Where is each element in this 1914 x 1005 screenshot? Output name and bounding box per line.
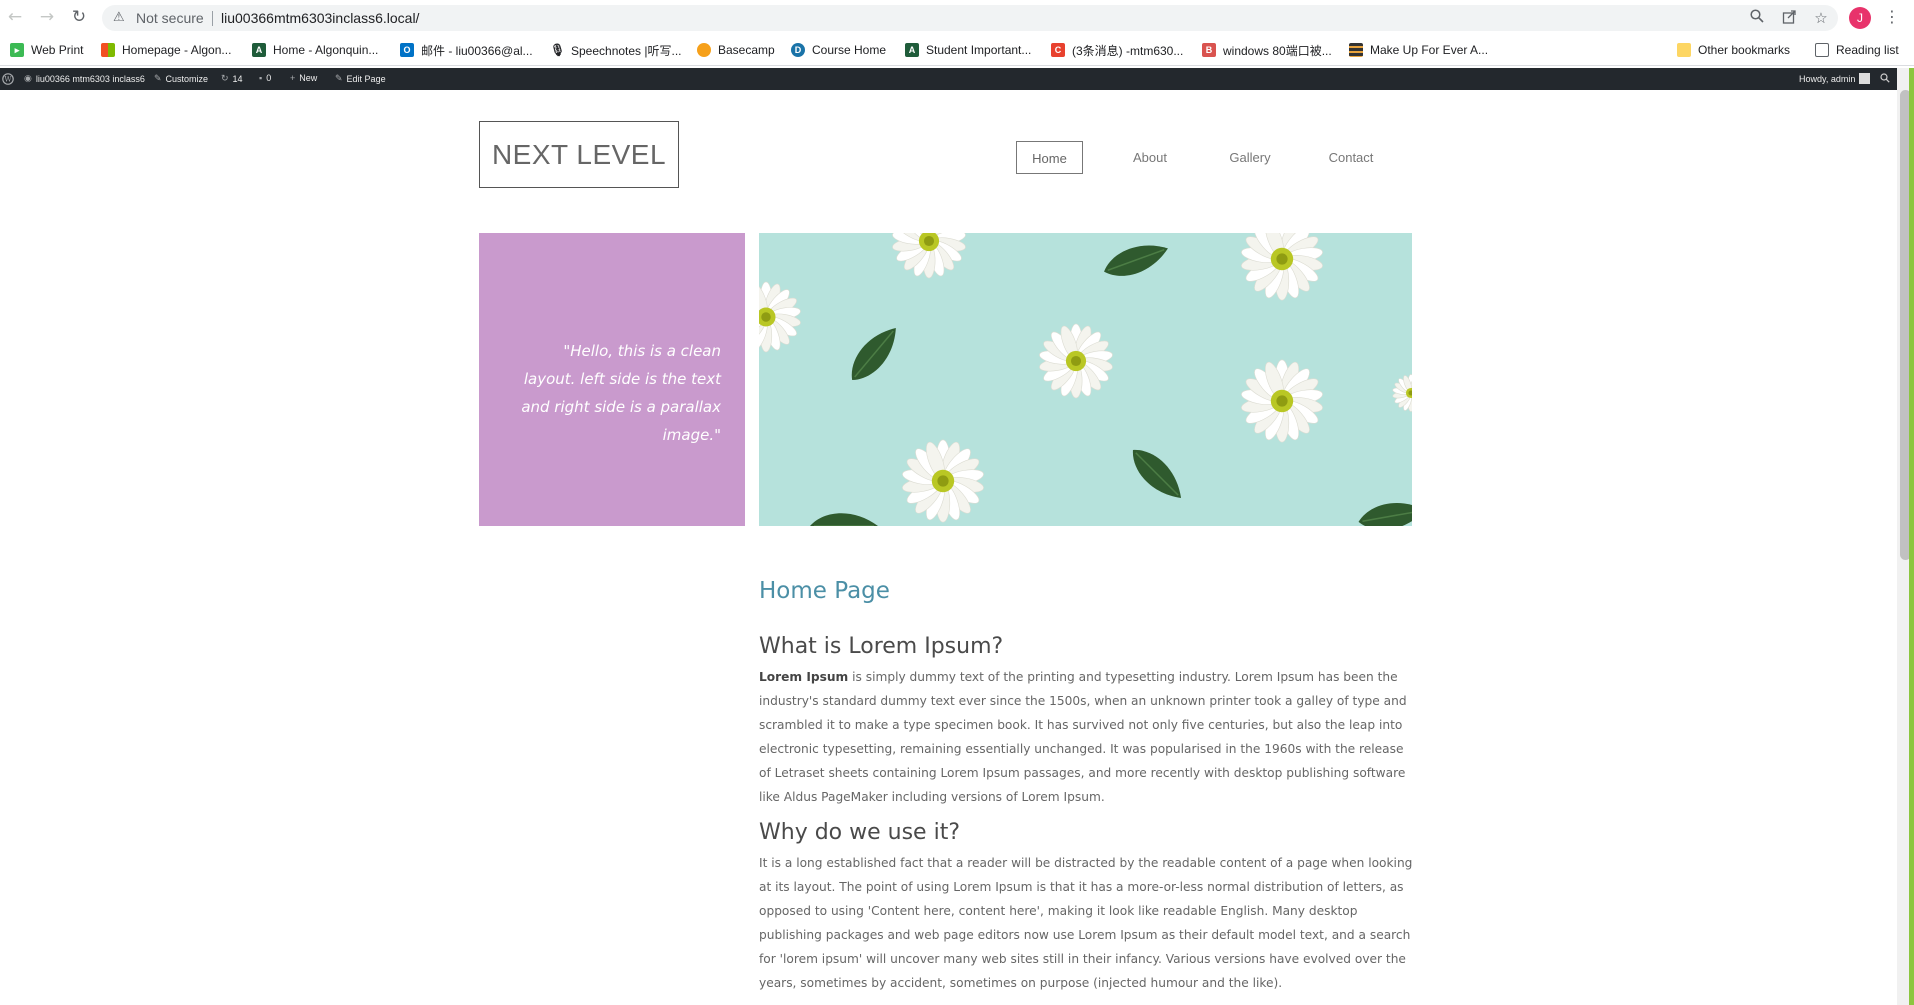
not-secure-label[interactable]: Not secure (136, 10, 204, 26)
nav-home[interactable]: Home (1016, 141, 1083, 174)
leaf-shape (810, 513, 878, 526)
admin-new[interactable]: + New (290, 73, 317, 83)
url-text[interactable]: liu00366mtm6303inclass6.local/ (221, 10, 419, 26)
makeup-icon (1349, 43, 1363, 57)
ac-icon: A (252, 43, 266, 57)
admin-avatar (1859, 73, 1871, 84)
paragraph-what-is-lorem: Lorem Ipsum is simply dummy text of the … (759, 665, 1414, 809)
bookmark-reading-list[interactable]: Reading list (1815, 41, 1899, 59)
cnblogs-icon: B (1202, 43, 1216, 57)
nav-gallery[interactable]: Gallery (1224, 141, 1276, 174)
csdn-icon: C (1051, 43, 1065, 57)
reading-list-icon (1815, 43, 1829, 57)
svg-text:W: W (4, 76, 12, 84)
basecamp-icon (697, 43, 711, 57)
reload-icon[interactable]: ↻ (70, 8, 88, 26)
microsoft-icon (101, 43, 115, 57)
address-bar[interactable]: ⚠ Not secure liu00366mtm6303inclass6.loc… (102, 5, 1838, 31)
bookmark-basecamp[interactable]: Basecamp (697, 41, 775, 59)
warning-icon[interactable]: ⚠ (113, 10, 125, 25)
flowers-illustration (759, 233, 1412, 526)
bookmark-cnblogs[interactable]: Bwindows 80端口被... (1202, 41, 1332, 59)
bookmark-star-icon[interactable]: ☆ (1812, 9, 1830, 27)
admin-edit-page[interactable]: ✎ Edit Page (335, 73, 386, 84)
daisy-shape (1241, 233, 1323, 301)
daisy-shape (892, 233, 966, 279)
nav-about[interactable]: About (1124, 141, 1176, 174)
bookmark-make-up-for-ever[interactable]: Make Up For Ever A... (1349, 41, 1488, 59)
daisy-shape (902, 439, 984, 523)
admin-search-icon[interactable] (1880, 73, 1890, 83)
admin-howdy[interactable]: Howdy, admin (1799, 73, 1871, 84)
paragraph-why-use-it: It is a long established fact that a rea… (759, 856, 1413, 990)
microphone-icon: 🎙 (550, 43, 566, 57)
zoom-icon[interactable] (1748, 9, 1766, 27)
bookmark-other-bookmarks[interactable]: Other bookmarks (1677, 41, 1790, 59)
leaf-shape (1132, 449, 1182, 499)
daisy-shape (1241, 359, 1323, 443)
forward-icon[interactable]: → (38, 8, 56, 26)
quote-panel: "Hello, this is a clean layout. left sid… (479, 233, 745, 526)
updates-icon: ↻ (221, 73, 229, 83)
bookmark-outlook-mail[interactable]: O 邮件 - liu00366@al... (400, 41, 533, 59)
nav-contact[interactable]: Contact (1322, 141, 1380, 174)
daisy-shape (1392, 374, 1412, 412)
hero-quote: "Hello, this is a clean layout. left sid… (521, 342, 721, 444)
pencil-icon: ✎ (335, 73, 343, 83)
site-logo[interactable]: NEXT LEVEL (479, 121, 679, 188)
paragraph-what-is-lorem-text: is simply dummy text of the printing and… (759, 670, 1407, 804)
bookmark-student-important[interactable]: A Student Important... (905, 41, 1031, 59)
admin-updates[interactable]: ↻ 14 (221, 73, 243, 84)
wp-admin-bar: W ◉ liu00366 mtm6303 inclass6 ✎ Customize … (0, 68, 1914, 90)
address-separator (212, 11, 213, 26)
page-title: Home Page (759, 578, 890, 604)
course-home-icon: D (791, 43, 805, 57)
profile-avatar[interactable]: J (1849, 7, 1871, 29)
hero-flowers-image (759, 233, 1412, 526)
admin-comments[interactable]: ▪ 0 (259, 73, 271, 83)
web-print-icon: ▸ (10, 43, 24, 57)
bookmark-speechnotes[interactable]: 🎙 Speechnotes |听写... (550, 41, 682, 59)
heading-why-use-it: Why do we use it? (759, 820, 960, 845)
browser-toolbar: ← → ↻ ⚠ Not secure liu00366mtm6303inclas… (0, 0, 1914, 35)
admin-customize[interactable]: ✎ Customize (154, 73, 208, 84)
leaf-shape (1358, 503, 1412, 526)
heading-what-is-lorem: What is Lorem Ipsum? (759, 634, 1004, 659)
leaf-shape (851, 327, 896, 381)
comment-icon: ▪ (259, 73, 263, 83)
share-icon[interactable] (1780, 9, 1798, 27)
back-icon[interactable]: ← (6, 8, 24, 26)
folder-icon (1677, 43, 1691, 57)
scrollbar-accent-strip (1909, 68, 1914, 1005)
plus-icon: + (290, 73, 296, 83)
bookmark-home-algonquin[interactable]: A Home - Algonquin... (252, 41, 378, 59)
browser-menu-icon[interactable]: ⋮ (1884, 7, 1900, 26)
wordpress-logo-icon[interactable]: W (2, 73, 14, 85)
ac-icon: A (905, 43, 919, 57)
bookmark-csdn[interactable]: C (3条消息) -mtm630... (1051, 41, 1183, 59)
bookmark-web-print[interactable]: ▸ Web Print (10, 41, 83, 59)
outlook-icon: O (400, 43, 414, 57)
daisy-shape (759, 281, 801, 353)
brush-icon: ✎ (154, 73, 162, 83)
lorem-ipsum-bold: Lorem Ipsum (759, 670, 849, 684)
bookmarks-bar: ▸ Web Print Homepage - Algon... A Home - A… (0, 35, 1914, 66)
admin-site-name[interactable]: ◉ liu00366 mtm6303 inclass6 (24, 73, 145, 84)
bookmark-homepage-algonquin[interactable]: Homepage - Algon... (101, 41, 231, 59)
bookmark-course-home[interactable]: D Course Home (791, 41, 886, 59)
leaf-shape (1104, 245, 1168, 276)
daisy-shape (1039, 323, 1113, 399)
dashboard-icon: ◉ (24, 73, 32, 83)
